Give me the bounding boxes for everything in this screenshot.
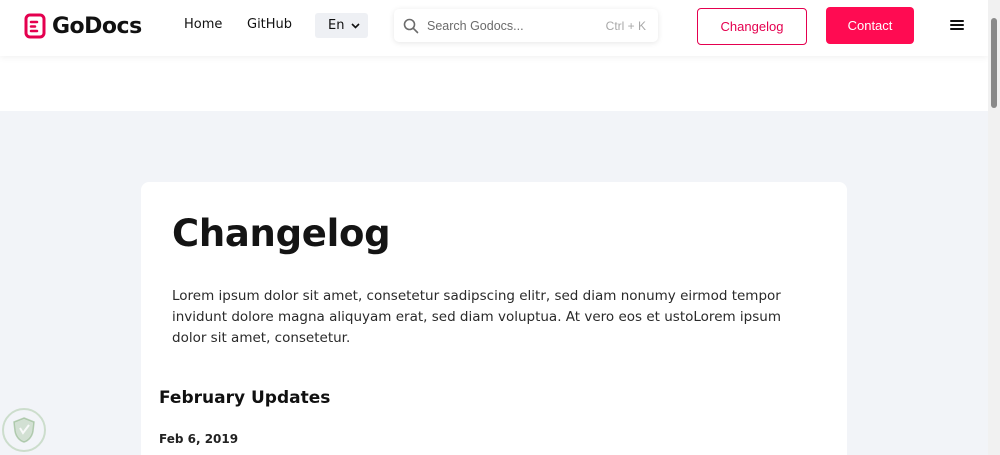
search-shortcut-hint: Ctrl + K: [605, 18, 646, 33]
section-title: February Updates: [159, 388, 331, 408]
entry-date: Feb 6, 2019: [159, 432, 239, 446]
search-placeholder: Search Godocs...: [427, 18, 524, 33]
language-selected: En: [328, 18, 345, 33]
changelog-button[interactable]: Changelog: [697, 8, 807, 45]
top-navbar: GoDocs Home GitHub En Search Godocs... C…: [0, 0, 988, 56]
nav-link-home[interactable]: Home: [184, 17, 222, 32]
changelog-card: Changelog Lorem ipsum dolor sit amet, co…: [141, 182, 847, 455]
page-header: GoDocs Home GitHub En Search Godocs... C…: [0, 0, 988, 111]
chevron-down-icon: [351, 22, 360, 29]
scrollbar-thumb[interactable]: [991, 18, 997, 108]
brand-name: GoDocs: [52, 13, 142, 39]
search-input[interactable]: Search Godocs... Ctrl + K: [394, 9, 658, 42]
docs-logo-icon: [24, 13, 46, 39]
search-icon: [403, 18, 419, 33]
nav-link-github[interactable]: GitHub: [247, 17, 292, 32]
page-title: Changelog: [172, 212, 391, 255]
page-scrollbar[interactable]: [988, 0, 1000, 455]
contact-button[interactable]: Contact: [826, 7, 914, 44]
intro-paragraph: Lorem ipsum dolor sit amet, consetetur s…: [172, 288, 781, 346]
language-select[interactable]: En: [315, 13, 368, 38]
shield-watermark-icon: [2, 408, 46, 452]
hamburger-menu-icon[interactable]: [950, 17, 964, 33]
brand-logo[interactable]: GoDocs: [24, 11, 142, 41]
